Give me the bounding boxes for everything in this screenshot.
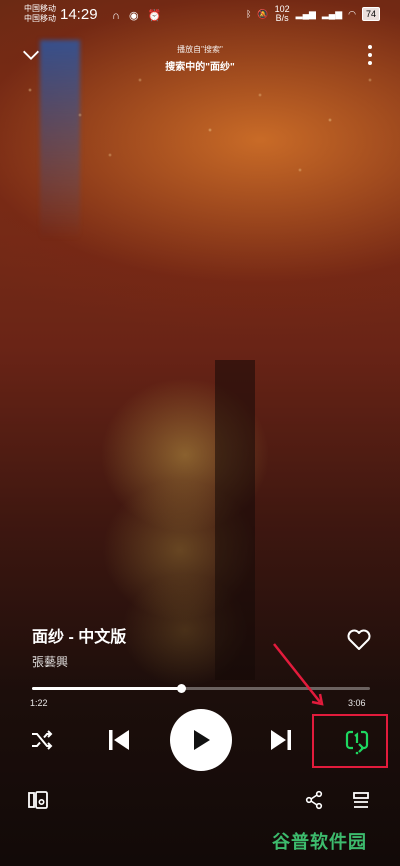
queue-icon[interactable] [352, 792, 370, 810]
playing-from-label: 播放自"搜索" [177, 45, 223, 54]
battery-indicator: 74 [361, 7, 380, 21]
shuffle-icon[interactable] [30, 728, 54, 752]
skip-next-icon[interactable] [268, 727, 294, 753]
elapsed-time: 1:22 [30, 698, 48, 708]
play-icon [194, 730, 210, 750]
carrier-2: 中国移动 [24, 14, 56, 23]
play-button[interactable] [170, 709, 232, 771]
status-right: ᛒ 🔕 102 B/s ▂▄▆ ▂▄▆ ◠ 74 [246, 5, 380, 23]
status-bar: 中国移动 中国移动 14:29 ∩ ◉ ⏰ ᛒ 🔕 102 B/s ▂▄▆ ▂▄… [0, 0, 400, 30]
carrier-1: 中国移动 [24, 4, 56, 13]
signal-icon: ▂▄▆ [321, 8, 343, 19]
signal-icon: ▂▄▆ [295, 8, 316, 19]
playing-from: 播放自"搜索" 搜索中的"面纱" [0, 44, 400, 73]
background-texture [0, 60, 400, 200]
status-icons: ∩ ◉ ⏰ [112, 9, 164, 22]
more-vertical-icon[interactable] [366, 43, 374, 67]
annotation-arrow-icon [273, 643, 324, 706]
bluetooth-icon: ᛒ [246, 9, 252, 19]
network-speed-unit: B/s [275, 13, 289, 23]
clock: 14:29 [60, 6, 98, 23]
wifi-icon: ◠ [348, 8, 356, 19]
player-header: 播放自"搜索" 搜索中的"面纱" [0, 38, 400, 78]
playing-from-title: 搜索中的"面纱" [165, 62, 235, 73]
mute-icon: 🔕 [257, 8, 269, 19]
network-speed: 102 B/s [275, 5, 290, 23]
eye-icon: ◉ [128, 10, 142, 22]
annotation-highlight-box [312, 714, 388, 768]
total-time: 3:06 [348, 698, 366, 708]
progress-knob[interactable] [176, 684, 186, 693]
headphones-icon: ∩ [112, 10, 123, 22]
heart-icon[interactable] [346, 628, 372, 652]
alarm-icon: ⏰ [147, 10, 165, 22]
progress-fill [32, 687, 181, 690]
connect-devices-icon[interactable] [28, 790, 48, 810]
carrier-info: 中国移动 中国移动 [24, 4, 56, 24]
watermark: 谷普软件园 [272, 832, 367, 852]
share-icon[interactable] [304, 790, 324, 810]
skip-previous-icon[interactable] [106, 727, 132, 753]
